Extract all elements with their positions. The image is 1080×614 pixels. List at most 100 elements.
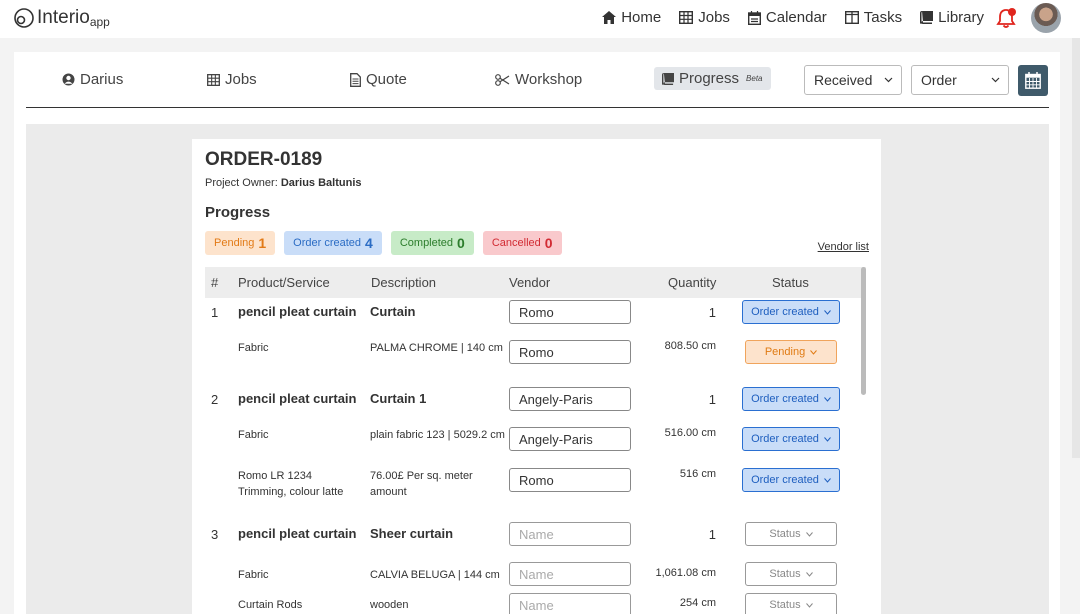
status-label: Status xyxy=(769,568,801,580)
badge-count: 0 xyxy=(544,235,553,251)
nav-tasks-label: Tasks xyxy=(863,9,903,26)
vendor-input[interactable]: Romo xyxy=(509,300,631,324)
row-product: Fabric xyxy=(238,342,269,354)
chevron-down-icon xyxy=(805,571,813,577)
vendor-input[interactable]: Angely-Paris xyxy=(509,387,631,411)
status-summary: Pending 1 Order created 4 Completed 0 Cance… xyxy=(205,231,562,255)
row-quantity: 1,061.08 cm xyxy=(655,567,716,579)
tab-jobs[interactable]: Jobs xyxy=(207,71,257,88)
status-filter-select[interactable]: Received xyxy=(804,65,902,95)
row-description: Curtain 1 xyxy=(370,391,427,406)
badge-label: Completed xyxy=(399,237,454,249)
vendor-list-link[interactable]: Vendor list xyxy=(818,241,869,253)
owner-label: Project Owner: xyxy=(205,177,278,189)
book-icon xyxy=(920,11,934,24)
tab-workshop[interactable]: Workshop xyxy=(495,71,582,88)
home-icon xyxy=(602,11,617,24)
status-dropdown[interactable]: Order created xyxy=(742,427,840,451)
tab-quote[interactable]: Quote xyxy=(350,71,407,88)
table-scrollbar[interactable] xyxy=(861,267,866,395)
status-dropdown[interactable]: Order created xyxy=(742,300,840,324)
logo-icon xyxy=(14,8,34,28)
user-icon xyxy=(62,73,75,86)
vendor-input[interactable]: Name xyxy=(509,562,631,586)
table-icon xyxy=(679,11,694,24)
col-quantity: Quantity xyxy=(668,275,717,290)
tab-darius-label: Darius xyxy=(80,71,124,88)
page-scrollbar[interactable] xyxy=(1072,38,1080,458)
nav-calendar-label: Calendar xyxy=(765,9,827,26)
chevron-down-icon xyxy=(805,602,813,608)
tab-workshop-label: Workshop xyxy=(515,71,583,88)
nav-tasks[interactable]: Tasks xyxy=(844,9,903,26)
badge-label: Cancelled xyxy=(491,237,541,249)
row-product: Curtain Rods xyxy=(238,599,303,611)
chevron-down-icon xyxy=(810,349,818,355)
vendor-input[interactable]: Angely-Paris xyxy=(509,427,631,451)
status-label: Pending xyxy=(764,346,806,358)
nav-calendar[interactable]: Calendar xyxy=(747,9,827,26)
row-description: Curtain xyxy=(370,304,416,319)
tab-darius[interactable]: Darius xyxy=(62,71,123,88)
status-dropdown[interactable]: Order created xyxy=(742,387,840,411)
vendor-input[interactable]: Name xyxy=(509,522,631,546)
type-filter-select[interactable]: Order xyxy=(911,65,1009,95)
col-number: # xyxy=(211,275,219,290)
row-description: wooden xyxy=(370,599,409,611)
table-header: # Product/Service Description Vendor Qua… xyxy=(205,267,866,298)
progress-heading: Progress xyxy=(205,204,271,221)
row-description: 76.00£ Per sq. meter amount xyxy=(370,470,473,498)
chevron-down-icon xyxy=(824,396,831,402)
row-quantity: 1 xyxy=(708,527,716,542)
tab-progress-label: Progress xyxy=(679,70,740,87)
row-quantity: 516.00 cm xyxy=(664,427,716,439)
cancelled-count-badge[interactable]: Cancelled 0 xyxy=(482,231,562,255)
completed-count-badge[interactable]: Completed 0 xyxy=(390,231,474,255)
nav-library[interactable]: Library xyxy=(920,9,984,26)
owner-name: Darius Baltunis xyxy=(280,177,362,189)
nav-home[interactable]: Home xyxy=(602,9,661,26)
job-tabs: Darius Jobs Quote Workshop Progress Beta … xyxy=(26,64,1049,108)
row-description: PALMA CHROME | 140 cm xyxy=(370,342,503,354)
vendor-input[interactable]: Name xyxy=(509,593,631,614)
nav-jobs[interactable]: Jobs xyxy=(679,9,730,26)
row-product: Fabric xyxy=(238,429,269,441)
row-product: pencil pleat curtain xyxy=(238,304,357,319)
status-dropdown[interactable]: Order created xyxy=(742,468,840,492)
chevron-down-icon xyxy=(824,477,831,483)
badge-label: Order created xyxy=(293,237,362,249)
app-logo[interactable]: Interio app xyxy=(13,7,110,29)
row-description: plain fabric 123 | 5029.2 cm xyxy=(370,429,505,441)
row-product: pencil pleat curtain xyxy=(238,391,357,406)
tab-jobs-label: Jobs xyxy=(225,71,257,88)
order-created-count-badge[interactable]: Order created 4 xyxy=(284,231,382,255)
progress-panel: ORDER-0189 Project Owner: Darius Baltuni… xyxy=(26,124,1049,614)
beta-badge: Beta xyxy=(746,74,763,83)
row-description: CALVIA BELUGA | 144 cm xyxy=(370,569,500,581)
col-description: Description xyxy=(371,275,437,290)
badge-count: 4 xyxy=(365,235,373,251)
status-label: Order created xyxy=(751,474,819,486)
vendor-input[interactable]: Romo xyxy=(509,340,631,364)
brand-name: Interio xyxy=(37,7,90,28)
notification-bell-icon[interactable] xyxy=(996,8,1018,29)
tab-progress[interactable]: Progress Beta xyxy=(654,67,771,90)
status-dropdown[interactable]: Status xyxy=(745,593,837,614)
calendar-button[interactable] xyxy=(1018,65,1048,96)
pending-count-badge[interactable]: Pending 1 xyxy=(205,231,276,255)
status-dropdown[interactable]: Pending xyxy=(745,340,837,364)
chevron-down-icon xyxy=(805,531,813,537)
user-avatar[interactable] xyxy=(1031,3,1061,33)
order-sheet: ORDER-0189 Project Owner: Darius Baltuni… xyxy=(192,139,881,614)
chevron-down-icon xyxy=(884,77,893,83)
col-vendor: Vendor xyxy=(509,275,551,290)
col-product: Product/Service xyxy=(238,275,330,290)
vendor-input[interactable]: Romo xyxy=(509,468,631,492)
status-dropdown[interactable]: Status xyxy=(745,522,837,546)
col-status: Status xyxy=(772,275,809,290)
nav-library-label: Library xyxy=(938,9,984,26)
chevron-down-icon xyxy=(824,309,831,315)
table-icon xyxy=(207,73,220,86)
status-dropdown[interactable]: Status xyxy=(745,562,837,586)
badge-count: 0 xyxy=(457,235,465,251)
